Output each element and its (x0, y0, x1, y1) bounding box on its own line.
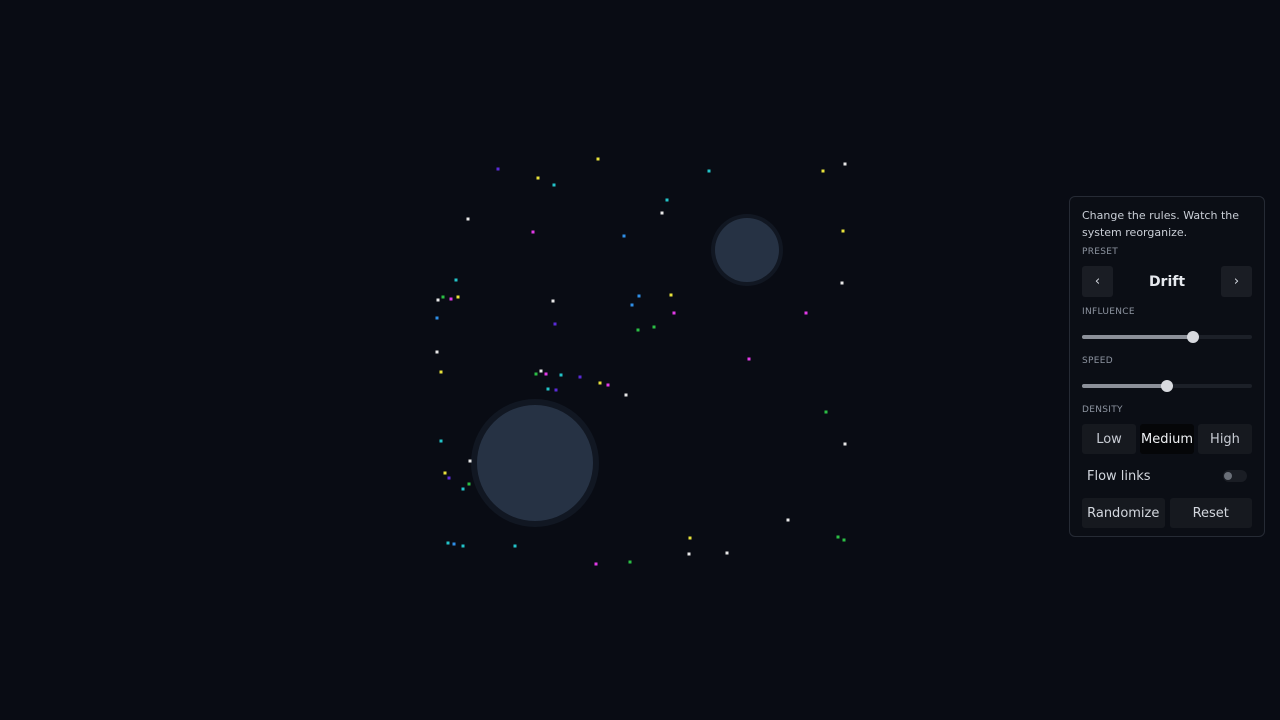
particle (461, 487, 465, 491)
particle (804, 311, 808, 315)
particle (660, 211, 664, 215)
particle (468, 459, 472, 463)
particle (559, 373, 563, 377)
particle (546, 387, 550, 391)
particle (707, 169, 711, 173)
particle (441, 295, 445, 299)
particle (672, 311, 676, 315)
particle (554, 388, 558, 392)
particle (843, 162, 847, 166)
preset-value: Drift (1148, 273, 1186, 290)
particle (552, 183, 556, 187)
particle (637, 294, 641, 298)
particle (669, 293, 673, 297)
particle (534, 372, 538, 376)
particle (513, 544, 517, 548)
panel-intro: Change the rules. Watch the system reorg… (1082, 209, 1239, 239)
particle (824, 410, 828, 414)
flow-links-label: Flow links (1087, 468, 1151, 484)
particle (466, 217, 470, 221)
chevron-left-icon: ‹ (1094, 274, 1101, 289)
particle (821, 169, 825, 173)
influence-slider[interactable] (1082, 330, 1252, 344)
particle (840, 281, 844, 285)
particle (841, 229, 845, 233)
particle (539, 369, 543, 373)
particle (598, 381, 602, 385)
particle (606, 383, 610, 387)
particle (622, 234, 626, 238)
toggle-knob (1224, 472, 1232, 480)
particle (636, 328, 640, 332)
slider-fill (1082, 384, 1167, 388)
particle (467, 482, 471, 486)
particle (836, 535, 840, 539)
particle (687, 552, 691, 556)
particle (439, 439, 443, 443)
particle (456, 295, 460, 299)
density-label: DENSITY (1082, 405, 1123, 415)
attractor-large[interactable] (477, 405, 593, 521)
particle (624, 393, 628, 397)
slider-thumb[interactable] (1186, 331, 1199, 343)
density-medium-button[interactable]: Medium (1140, 424, 1194, 454)
slider-thumb[interactable] (1161, 380, 1173, 392)
particle (531, 230, 535, 234)
randomize-button[interactable]: Randomize (1082, 498, 1165, 528)
density-high-button[interactable]: High (1198, 424, 1252, 454)
control-panel: Change the rules. Watch the system reorg… (1069, 196, 1265, 537)
particle (842, 538, 846, 542)
influence-label: INFLUENCE (1082, 307, 1135, 317)
preset-prev-button[interactable]: ‹ (1082, 266, 1113, 297)
particle (652, 325, 656, 329)
particle (665, 198, 669, 202)
particle (536, 176, 540, 180)
preset-next-button[interactable]: › (1220, 266, 1252, 297)
speed-label: SPEED (1082, 356, 1113, 366)
particle (843, 442, 847, 446)
particle (628, 560, 632, 564)
particle (447, 476, 451, 480)
particle (435, 316, 439, 320)
particle (452, 542, 456, 546)
particle (594, 562, 598, 566)
particle (443, 471, 447, 475)
particle (630, 303, 634, 307)
density-selector: Low Medium High (1082, 424, 1252, 454)
particle (688, 536, 692, 540)
particle (454, 278, 458, 282)
particle (551, 299, 555, 303)
particle (436, 298, 440, 302)
particle (439, 370, 443, 374)
density-low-button[interactable]: Low (1082, 424, 1136, 454)
slider-fill (1082, 335, 1193, 339)
chevron-right-icon: › (1233, 274, 1240, 289)
particle (725, 551, 729, 555)
particle (449, 297, 453, 301)
particle (596, 157, 600, 161)
action-buttons: Randomize Reset (1082, 498, 1252, 528)
flow-links-toggle[interactable] (1223, 470, 1247, 482)
particle (747, 357, 751, 361)
particle (435, 350, 439, 354)
preset-label: PRESET (1082, 247, 1119, 257)
particle (786, 518, 790, 522)
particle (578, 375, 582, 379)
particle (553, 322, 557, 326)
speed-slider[interactable] (1082, 379, 1252, 393)
particle (461, 544, 465, 548)
reset-button[interactable]: Reset (1169, 498, 1252, 528)
flow-links-row: Flow links (1082, 461, 1252, 491)
attractor-small[interactable] (715, 218, 779, 282)
particle (496, 167, 500, 171)
particle (544, 372, 548, 376)
preset-selector: ‹ Drift › (1082, 266, 1252, 297)
particle (446, 541, 450, 545)
